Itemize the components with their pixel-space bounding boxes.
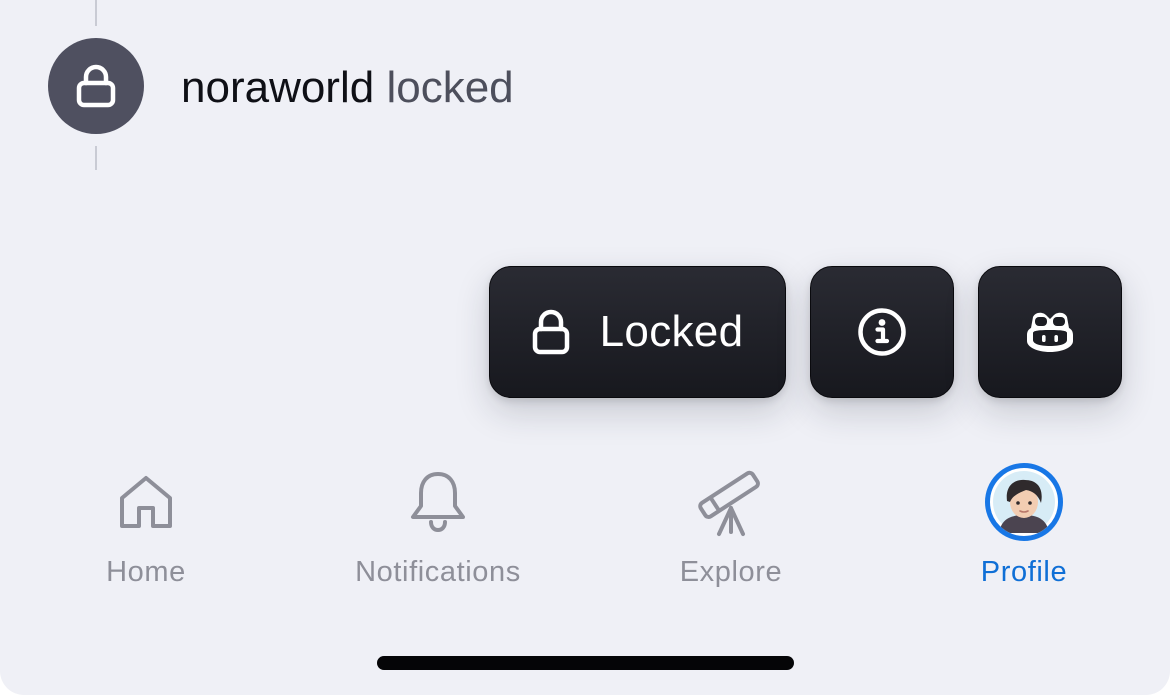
tab-profile[interactable]: Profile (914, 462, 1134, 592)
tab-home[interactable]: Home (36, 462, 256, 592)
tab-explore-label: Explore (679, 556, 783, 588)
event-badge (48, 38, 144, 134)
tab-explore[interactable]: Explore (621, 462, 841, 592)
lock-icon (76, 64, 116, 108)
timeline-connector-bottom (95, 146, 97, 170)
event-action: locked (386, 63, 514, 112)
tab-notifications-label: Notifications (355, 556, 521, 588)
info-circle-icon (858, 308, 906, 356)
bell-icon (411, 472, 465, 533)
tab-notifications[interactable]: Notifications (328, 462, 548, 592)
timeline-connector-top (95, 0, 97, 26)
copilot-icon (1027, 312, 1073, 352)
locked-button[interactable]: Locked (489, 266, 786, 398)
home-indicator[interactable] (377, 656, 794, 670)
locked-button-label: Locked (599, 307, 744, 356)
event-username[interactable]: noraworld (181, 63, 374, 112)
home-icon (120, 476, 172, 528)
tab-home-label: Home (106, 556, 186, 588)
tab-profile-label: Profile (980, 556, 1068, 588)
user-avatar-image (993, 471, 1055, 533)
issue-timeline-screen: noraworld locked Locked Home Notificatio… (0, 0, 1170, 695)
avatar (985, 463, 1063, 541)
copilot-button[interactable] (978, 266, 1122, 398)
lock-icon (532, 309, 569, 355)
telescope-icon (698, 470, 760, 536)
info-button[interactable] (810, 266, 954, 398)
timeline-event-text: noraworld locked (181, 62, 514, 114)
